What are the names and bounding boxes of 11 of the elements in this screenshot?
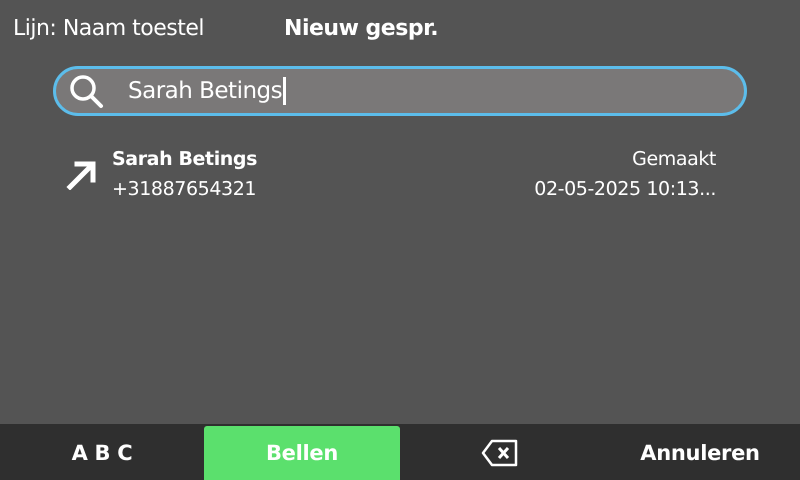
phone-number: +31887654321 xyxy=(112,178,258,200)
search-field[interactable]: Sarah Betings xyxy=(53,66,747,116)
contact-name: Sarah Betings xyxy=(112,148,258,170)
softkey[interactable]: Annuleren xyxy=(600,426,800,480)
call-time: 02-05-2025 10:13... xyxy=(534,178,716,200)
search-icon xyxy=(68,73,104,109)
call-status: Gemaakt xyxy=(632,148,716,170)
screen-title: Nieuw gespr. xyxy=(284,16,438,40)
backspace-icon xyxy=(481,439,519,467)
line-label: Lijn: Naam toestel xyxy=(13,16,204,40)
softkey[interactable]: A B C xyxy=(0,426,204,480)
